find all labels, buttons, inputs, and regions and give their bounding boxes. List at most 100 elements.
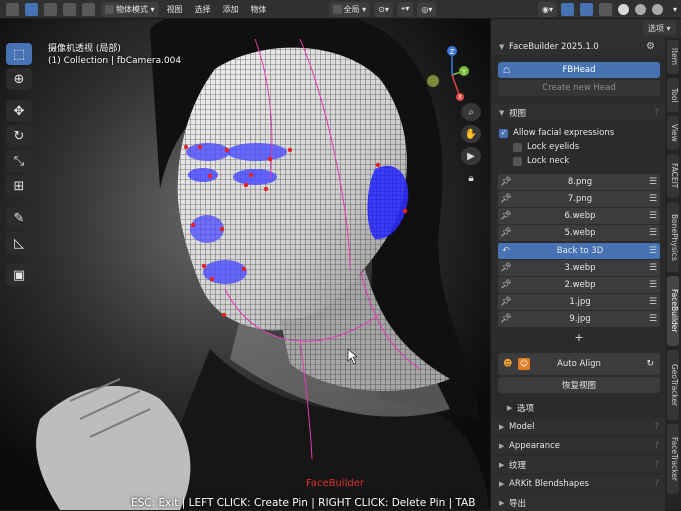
- select-tool-button[interactable]: ⬚: [6, 43, 32, 65]
- tab-view[interactable]: View: [667, 116, 679, 150]
- pin-icon[interactable]: 📌︎: [498, 228, 514, 238]
- gizmo-toggle-icon[interactable]: [560, 2, 574, 16]
- pan-hand-icon[interactable]: ✋: [461, 125, 481, 143]
- hamburger-menu-icon[interactable]: ☰: [646, 228, 660, 238]
- pin-icon[interactable]: 📌︎: [498, 297, 514, 307]
- menu-view[interactable]: 视图: [163, 4, 187, 15]
- restore-view-button[interactable]: 恢复视图: [498, 377, 660, 393]
- zoom-icon[interactable]: ⌕: [461, 103, 481, 121]
- tab-geotracker[interactable]: GeoTracker: [667, 350, 679, 420]
- hamburger-menu-icon[interactable]: ☰: [646, 280, 660, 290]
- texture-section-header[interactable]: ▶ 纹理 ?: [491, 456, 665, 473]
- auto-align-button[interactable]: ☻ ☺ Auto Align ↻: [498, 353, 660, 375]
- head-select-button[interactable]: ☖ FBHead: [498, 62, 660, 78]
- pivot-dropdown[interactable]: ⊙▾: [374, 1, 393, 17]
- tab-facetracker[interactable]: FaceTracker: [667, 424, 679, 494]
- pin-icon[interactable]: 📌︎: [498, 194, 514, 204]
- help-icon[interactable]: ?: [654, 460, 659, 470]
- help-icon[interactable]: ?: [654, 479, 659, 489]
- gizmo-y-label: Y: [461, 68, 467, 76]
- visibility-dropdown[interactable]: ◉▾: [537, 1, 557, 17]
- gizmo-neg-y-axis[interactable]: [427, 75, 439, 87]
- hamburger-menu-icon[interactable]: ☰: [646, 211, 660, 221]
- help-icon[interactable]: ?: [654, 441, 659, 451]
- menu-object[interactable]: 物体: [247, 4, 271, 15]
- transform-orientation-dropdown[interactable]: 全局 ▾: [328, 1, 371, 17]
- snap-toggle[interactable]: ⌖▾: [396, 1, 414, 17]
- model-section-header[interactable]: ▶ Model ?: [491, 418, 665, 435]
- arkit-blendshapes-section-header[interactable]: ▶ ARKit Blendshapes ?: [491, 475, 665, 492]
- shading-solid-icon[interactable]: [617, 3, 629, 15]
- hamburger-menu-icon[interactable]: ☰: [646, 194, 660, 204]
- view-section-title: 视图: [509, 108, 527, 119]
- allow-facial-expressions-checkbox[interactable]: ✓ Allow facial expressions: [499, 128, 614, 138]
- add-cube-tool-button[interactable]: ▣: [6, 264, 32, 286]
- camera-name: 8.png: [567, 177, 593, 187]
- select-extend-icon[interactable]: [44, 2, 57, 16]
- camera-row[interactable]: 📌︎ 7.png ☰: [498, 191, 660, 207]
- gear-icon[interactable]: ⚙: [646, 41, 655, 52]
- move-tool-button[interactable]: ✥: [6, 100, 32, 122]
- pin-icon[interactable]: 📌︎: [498, 211, 514, 221]
- select-invert-icon[interactable]: [82, 2, 95, 16]
- create-new-head-button[interactable]: Create new Head: [498, 80, 660, 96]
- viewport-camera-label: 摄像机透视 (局部): [48, 44, 121, 54]
- menu-select[interactable]: 选择: [191, 4, 215, 15]
- camera-row[interactable]: 📌︎ 1.jpg ☰: [498, 294, 660, 310]
- navigation-gizmo[interactable]: Z Y X: [424, 45, 480, 101]
- tab-item[interactable]: Item: [667, 40, 679, 74]
- cursor-tool-button[interactable]: ⊕: [6, 68, 32, 90]
- tab-tool[interactable]: Tool: [667, 78, 679, 112]
- annotate-tool-button[interactable]: ✎: [6, 207, 32, 229]
- camera-row[interactable]: 📌︎ 5.webp ☰: [498, 225, 660, 241]
- hamburger-menu-icon[interactable]: ☰: [646, 177, 660, 187]
- appearance-section-header[interactable]: ▶ Appearance ?: [491, 437, 665, 454]
- pin-icon[interactable]: 📌︎: [498, 280, 514, 290]
- tab-bonephysics[interactable]: BonePhysics: [667, 202, 679, 272]
- hamburger-menu-icon[interactable]: ☰: [646, 297, 660, 307]
- options-dropdown[interactable]: 选项 ▾: [643, 21, 676, 35]
- align-options-icon[interactable]: ↻: [646, 359, 654, 369]
- hamburger-menu-icon[interactable]: ☰: [646, 263, 660, 273]
- editor-type-icon[interactable]: [6, 2, 19, 16]
- pin-icon[interactable]: 📌︎: [498, 263, 514, 273]
- camera-row[interactable]: 📌︎ 3.webp ☰: [498, 260, 660, 276]
- lock-eyelids-checkbox[interactable]: Lock eyelids: [513, 142, 579, 152]
- shading-options-icon[interactable]: ▾: [669, 5, 681, 14]
- rotate-tool-button[interactable]: ↻: [6, 125, 32, 147]
- hamburger-menu-icon[interactable]: ☰: [646, 246, 660, 256]
- camera-row[interactable]: 📌︎ 2.webp ☰: [498, 277, 660, 293]
- camera-row[interactable]: 📌︎ 8.png ☰: [498, 174, 660, 190]
- add-camera-button[interactable]: +: [498, 329, 660, 345]
- select-box-mode-icon[interactable]: [25, 2, 38, 16]
- shading-material-icon[interactable]: [634, 3, 646, 15]
- menu-add[interactable]: 添加: [219, 4, 243, 15]
- pin-icon[interactable]: 📌︎: [498, 314, 514, 324]
- help-icon[interactable]: ?: [654, 108, 659, 118]
- proportional-edit-toggle[interactable]: ◎▾: [417, 1, 437, 17]
- tab-faceit[interactable]: FACEIT: [667, 154, 679, 198]
- camera-row[interactable]: 📌︎ 9.jpg ☰: [498, 311, 660, 327]
- hamburger-menu-icon[interactable]: ☰: [646, 314, 660, 324]
- measure-tool-button[interactable]: ◺: [6, 232, 32, 254]
- tab-facebuilder[interactable]: FaceBuilder: [667, 276, 679, 346]
- export-section-header[interactable]: ▶ 导出: [491, 494, 665, 511]
- overlay-toggle-icon[interactable]: [579, 2, 593, 16]
- back-to-3d-row[interactable]: ↶ Back to 3D ☰: [498, 243, 660, 259]
- shading-rendered-icon[interactable]: [651, 3, 663, 15]
- transform-tool-button[interactable]: ⊞: [6, 175, 32, 197]
- view-section-header[interactable]: ▼ 视图 ?: [491, 104, 665, 121]
- lock-neck-checkbox[interactable]: Lock neck: [513, 156, 569, 166]
- help-icon[interactable]: ?: [654, 422, 659, 432]
- camera-row[interactable]: 📌︎ 6.webp ☰: [498, 208, 660, 224]
- pin-icon[interactable]: 📌︎: [498, 177, 514, 187]
- mode-dropdown[interactable]: 物体模式 ▾: [101, 1, 159, 17]
- select-subtract-icon[interactable]: [63, 2, 76, 16]
- xray-toggle-icon[interactable]: [598, 2, 612, 16]
- lock-camera-icon[interactable]: 🔒︎: [461, 169, 481, 187]
- 3d-viewport[interactable]: ⬚ ⊕ ✥ ↻ ⤡ ⊞ ✎ ◺ ▣ 摄像机透视 (局部) (1) Collect…: [0, 19, 490, 510]
- camera-view-icon[interactable]: ▶: [461, 147, 481, 165]
- facebuilder-panel-header[interactable]: ▼ FaceBuilder 2025.1.0 ⚙: [491, 38, 665, 55]
- scale-tool-button[interactable]: ⤡: [6, 150, 32, 172]
- options-subsection-header[interactable]: ▶ 选项: [491, 399, 665, 416]
